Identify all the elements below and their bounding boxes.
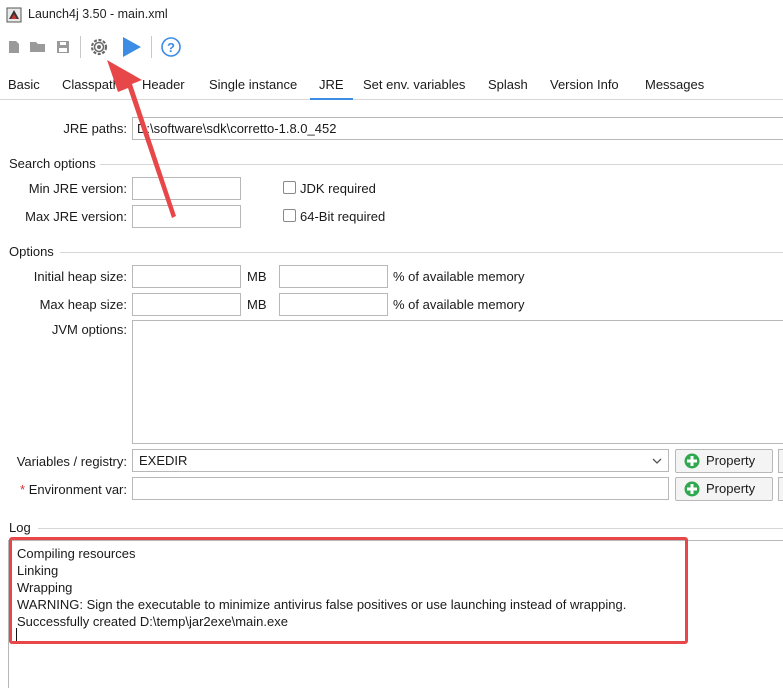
svg-text:?: ? [167, 40, 175, 55]
tab-classpath[interactable]: Classpath [62, 70, 120, 100]
tab-basic[interactable]: Basic [8, 70, 40, 100]
max-heap-size-label: Max heap size: [39, 297, 127, 312]
section-divider [60, 252, 783, 253]
help-icon: ? [161, 37, 181, 57]
environment-var-label: * Environment var: [8, 482, 127, 497]
jre-paths-input[interactable]: D:\software\sdk\corretto-1.8.0_452 [132, 117, 783, 140]
title-bar: Launch4j 3.50 - main.xml [0, 0, 783, 30]
log-output: Compiling resources Linking Wrapping WAR… [17, 545, 626, 630]
toolbar-separator [151, 36, 152, 58]
save-button[interactable] [51, 35, 75, 59]
environment-var-label-text: Environment var: [28, 482, 127, 497]
initial-heap-size-input[interactable] [132, 265, 241, 288]
gear-icon [90, 38, 108, 56]
build-wrapper-button[interactable] [87, 35, 111, 59]
options-title: Options [9, 244, 54, 259]
search-options-title: Search options [9, 156, 96, 171]
max-heap-mb-label: MB [247, 297, 267, 312]
section-divider [38, 528, 783, 529]
run-button[interactable] [119, 35, 143, 59]
section-divider [100, 164, 783, 165]
tab-jre[interactable]: JRE [310, 70, 353, 100]
jdk-required-checkbox[interactable] [283, 181, 296, 194]
open-folder-icon [30, 42, 45, 52]
new-file-icon [9, 41, 19, 53]
initial-heap-mb-label: MB [247, 269, 267, 284]
variables-registry-select[interactable]: EXEDIR [132, 449, 669, 472]
initial-heap-percent-label: % of available memory [393, 269, 525, 284]
launch4j-app-icon [6, 7, 22, 23]
toolbar-separator [80, 36, 81, 58]
log-line: Successfully created D:\temp\jar2exe\mai… [17, 614, 288, 629]
tab-version-info[interactable]: Version Info [550, 70, 619, 100]
max-jre-version-label: Max JRE version: [25, 209, 127, 224]
variables-registry-label: Variables / registry: [16, 454, 127, 469]
help-button[interactable]: ? [159, 35, 183, 59]
jre-paths-label: JRE paths: [63, 121, 127, 136]
initial-heap-percent-input[interactable] [279, 265, 388, 288]
tab-messages[interactable]: Messages [645, 70, 704, 100]
log-line: Compiling resources [17, 546, 136, 561]
new-file-button[interactable] [2, 35, 26, 59]
max-heap-percent-input[interactable] [279, 293, 388, 316]
window-title: Launch4j 3.50 - main.xml [28, 7, 168, 21]
max-jre-version-input[interactable] [132, 205, 241, 228]
min-jre-version-label: Min JRE version: [28, 181, 127, 196]
green-plus-icon [684, 453, 700, 469]
initial-heap-size-label: Initial heap size: [33, 269, 127, 284]
text-cursor [16, 628, 17, 643]
log-line: WARNING: Sign the executable to minimize… [17, 597, 627, 612]
truncated-button[interactable] [778, 477, 783, 501]
green-plus-icon [684, 481, 700, 497]
truncated-button[interactable] [778, 449, 783, 473]
min-jre-version-input[interactable] [132, 177, 241, 200]
64bit-required-label: 64-Bit required [300, 209, 386, 224]
jdk-required-label: JDK required [300, 181, 376, 196]
add-env-property-button[interactable]: Property [675, 477, 773, 501]
chevron-down-icon [652, 458, 662, 464]
64bit-required-checkbox[interactable] [283, 209, 296, 222]
jvm-options-textarea[interactable] [132, 320, 783, 444]
max-heap-percent-label: % of available memory [393, 297, 525, 312]
tab-splash[interactable]: Splash [488, 70, 528, 100]
environment-var-input[interactable] [132, 477, 669, 500]
tab-bar: Basic Classpath Header Single instance J… [0, 70, 783, 100]
property-button-label: Property [706, 453, 756, 468]
toolbar: ? [0, 30, 783, 64]
tab-single-instance[interactable]: Single instance [209, 70, 297, 100]
log-line: Wrapping [17, 580, 73, 595]
tab-header[interactable]: Header [142, 70, 185, 100]
tab-set-env-variables[interactable]: Set env. variables [363, 70, 465, 100]
log-title: Log [9, 520, 31, 535]
jvm-options-label: JVM options: [51, 322, 127, 337]
open-button[interactable] [26, 35, 50, 59]
save-icon [57, 41, 69, 53]
log-line: Linking [17, 563, 59, 578]
required-asterisk: * [20, 482, 26, 497]
max-heap-size-input[interactable] [132, 293, 241, 316]
add-property-button[interactable]: Property [675, 449, 773, 473]
play-icon [123, 37, 141, 57]
property-button-label: Property [706, 481, 756, 496]
variables-registry-value: EXEDIR [139, 453, 188, 468]
